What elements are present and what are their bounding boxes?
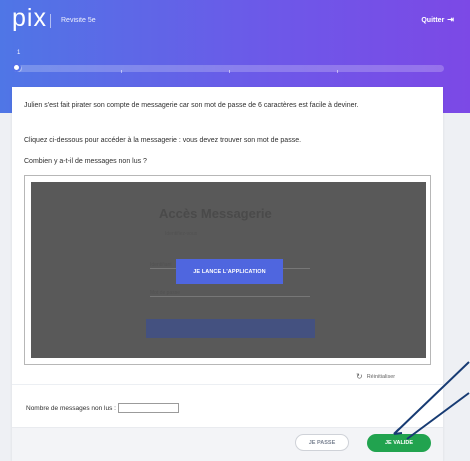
- progress-current-dot: [12, 63, 21, 72]
- validate-button[interactable]: JE VALIDE: [367, 434, 431, 452]
- content-divider: [12, 384, 443, 385]
- answer-row: Nombre de messages non lus :: [26, 400, 179, 416]
- reset-button[interactable]: ↻ Réinitialiser: [356, 372, 396, 381]
- app-title: Accès Messagerie: [159, 206, 272, 221]
- answer-label: Nombre de messages non lus :: [26, 404, 116, 412]
- quit-label: Quitter: [421, 16, 445, 24]
- progress-tick: [121, 70, 122, 73]
- login-button-preview: [146, 319, 315, 338]
- progress-tick: [337, 70, 338, 73]
- pix-challenge-page: pix Revisite 5e Quitter ⇥ 1 Julien s'est…: [0, 0, 470, 461]
- progress-bar: 1: [12, 50, 444, 73]
- reset-icon: ↻: [356, 372, 363, 381]
- embedded-application-frame: Accès Messagerie Identifiez-vous Identif…: [24, 175, 431, 365]
- challenge-card: Julien s'est fait pirater son compte de …: [12, 87, 443, 461]
- exit-icon: ⇥: [447, 15, 454, 24]
- header-separator: [50, 14, 51, 28]
- course-title: Revisite 5e: [61, 17, 96, 24]
- app-subtitle: Identifiez-vous: [165, 231, 198, 237]
- messaging-app-preview: Accès Messagerie Identifiez-vous Identif…: [31, 182, 426, 358]
- challenge-paragraph-2: Cliquez ci-dessous pour accéder à la mes…: [24, 137, 302, 144]
- progress-tick: [229, 70, 230, 73]
- password-line: [150, 296, 310, 297]
- pix-logo: pix: [12, 4, 47, 32]
- current-step: 1: [17, 50, 21, 56]
- reset-label: Réinitialiser: [366, 374, 396, 380]
- top-bar: pix Revisite 5e Quitter ⇥: [0, 0, 470, 36]
- challenge-question: Combien y a-t-il de messages non lus ?: [24, 158, 147, 165]
- challenge-paragraph-1: Julien s'est fait pirater son compte de …: [24, 102, 359, 109]
- progress-track: [12, 63, 444, 73]
- quit-button[interactable]: Quitter ⇥: [421, 16, 454, 24]
- launch-application-button[interactable]: JE LANCE L'APPLICATION: [176, 259, 283, 284]
- unread-messages-input[interactable]: [117, 403, 179, 413]
- skip-button[interactable]: JE PASSE: [295, 434, 349, 451]
